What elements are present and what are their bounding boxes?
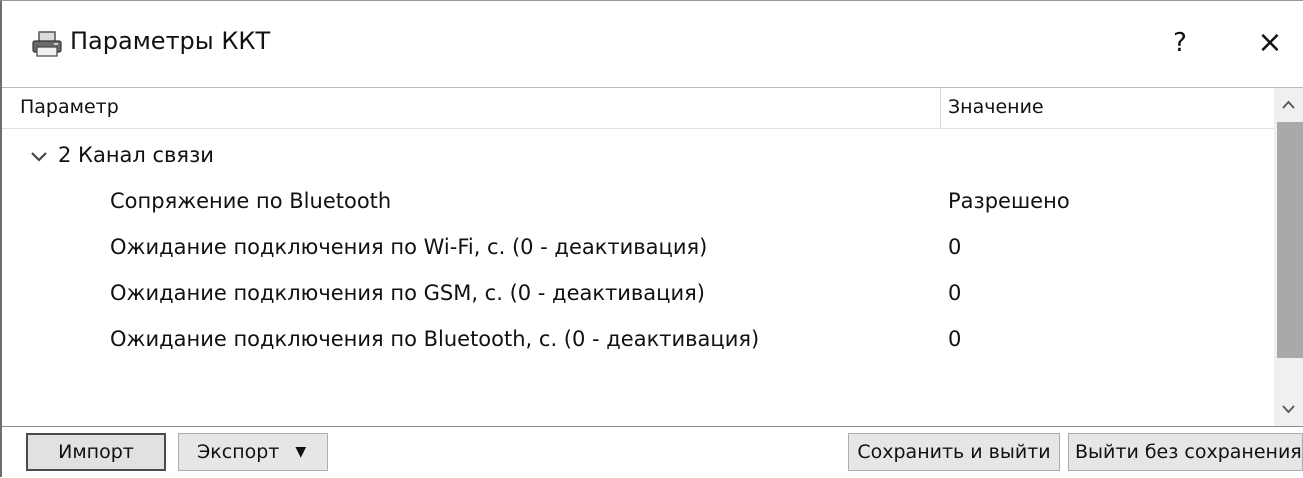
parameter-value[interactable]: Разрешено bbox=[948, 189, 1070, 213]
parameters-tree[interactable]: Параметр Значение 2 Канал связи Сопряжен… bbox=[2, 87, 1303, 427]
parameter-name: Ожидание подключения по Wi-Fi, с. (0 - д… bbox=[110, 235, 708, 259]
table-row[interactable]: Ожидание подключения по Wi-Fi, с. (0 - д… bbox=[2, 230, 1272, 270]
column-divider[interactable] bbox=[940, 88, 941, 128]
exit-without-saving-button[interactable]: Выйти без сохранения bbox=[1068, 433, 1303, 471]
chevron-up-icon[interactable] bbox=[1274, 88, 1303, 122]
vertical-scrollbar[interactable] bbox=[1274, 88, 1303, 426]
scrollbar-thumb[interactable] bbox=[1277, 122, 1303, 358]
table-row[interactable]: Ожидание подключения по GSM, с. (0 - деа… bbox=[2, 276, 1272, 316]
save-and-exit-button[interactable]: Сохранить и выйти bbox=[848, 433, 1060, 471]
export-button-label: Экспорт bbox=[197, 441, 280, 463]
parameter-value[interactable]: 0 bbox=[948, 327, 961, 351]
tree-group-row[interactable]: 2 Канал связи bbox=[2, 138, 1272, 178]
help-button[interactable]: ? bbox=[1162, 23, 1198, 63]
caret-down-icon: ▼ bbox=[295, 444, 307, 460]
tree-header: Параметр Значение bbox=[2, 88, 1274, 129]
parameter-name: Ожидание подключения по GSM, с. (0 - деа… bbox=[110, 281, 705, 305]
tree-group-label: 2 Канал связи bbox=[58, 143, 214, 167]
table-row[interactable]: Сопряжение по Bluetooth Разрешено bbox=[2, 184, 1272, 224]
parameter-value[interactable]: 0 bbox=[948, 235, 961, 259]
table-row[interactable]: Ожидание подключения по Bluetooth, с. (0… bbox=[2, 322, 1272, 362]
close-button[interactable]: × bbox=[1247, 23, 1293, 63]
chevron-down-icon[interactable] bbox=[1274, 392, 1303, 426]
import-button[interactable]: Импорт bbox=[26, 433, 166, 471]
kkt-parameters-dialog: Параметры ККТ ? × Параметр Значение 2 Ка… bbox=[0, 0, 1303, 477]
printer-icon bbox=[32, 31, 64, 59]
column-header-value[interactable]: Значение bbox=[948, 96, 1044, 118]
window-title: Параметры ККТ bbox=[70, 27, 271, 55]
chevron-down-icon[interactable] bbox=[28, 146, 50, 168]
column-header-parameter[interactable]: Параметр bbox=[20, 96, 119, 118]
dialog-footer: Импорт Экспорт ▼ Сохранить и выйти Выйти… bbox=[2, 431, 1303, 478]
parameter-value[interactable]: 0 bbox=[948, 281, 961, 305]
parameter-name: Сопряжение по Bluetooth bbox=[110, 189, 392, 213]
export-button[interactable]: Экспорт ▼ bbox=[178, 433, 328, 471]
parameter-name: Ожидание подключения по Bluetooth, с. (0… bbox=[110, 327, 760, 351]
title-bar: Параметры ККТ ? × bbox=[2, 1, 1303, 87]
